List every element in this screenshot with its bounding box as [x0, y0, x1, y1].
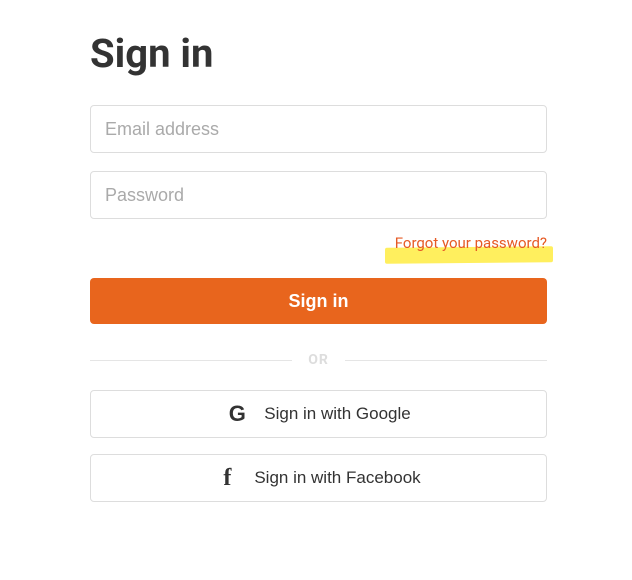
page-title: Sign in	[90, 30, 547, 77]
email-field[interactable]	[90, 105, 547, 153]
divider-text: OR	[292, 352, 345, 368]
divider-line-left	[90, 360, 292, 361]
facebook-icon: f	[216, 465, 238, 492]
facebook-signin-label: Sign in with Facebook	[254, 468, 420, 488]
google-signin-label: Sign in with Google	[264, 404, 410, 424]
password-field[interactable]	[90, 171, 547, 219]
google-signin-button[interactable]: G Sign in with Google	[90, 390, 547, 438]
divider-line-right	[345, 360, 547, 361]
signin-button[interactable]: Sign in	[90, 278, 547, 324]
forgot-row: Forgot your password?	[90, 233, 547, 252]
google-icon: G	[226, 401, 248, 427]
divider: OR	[90, 352, 547, 368]
facebook-signin-button[interactable]: f Sign in with Facebook	[90, 454, 547, 502]
forgot-password-link[interactable]: Forgot your password?	[395, 234, 547, 252]
